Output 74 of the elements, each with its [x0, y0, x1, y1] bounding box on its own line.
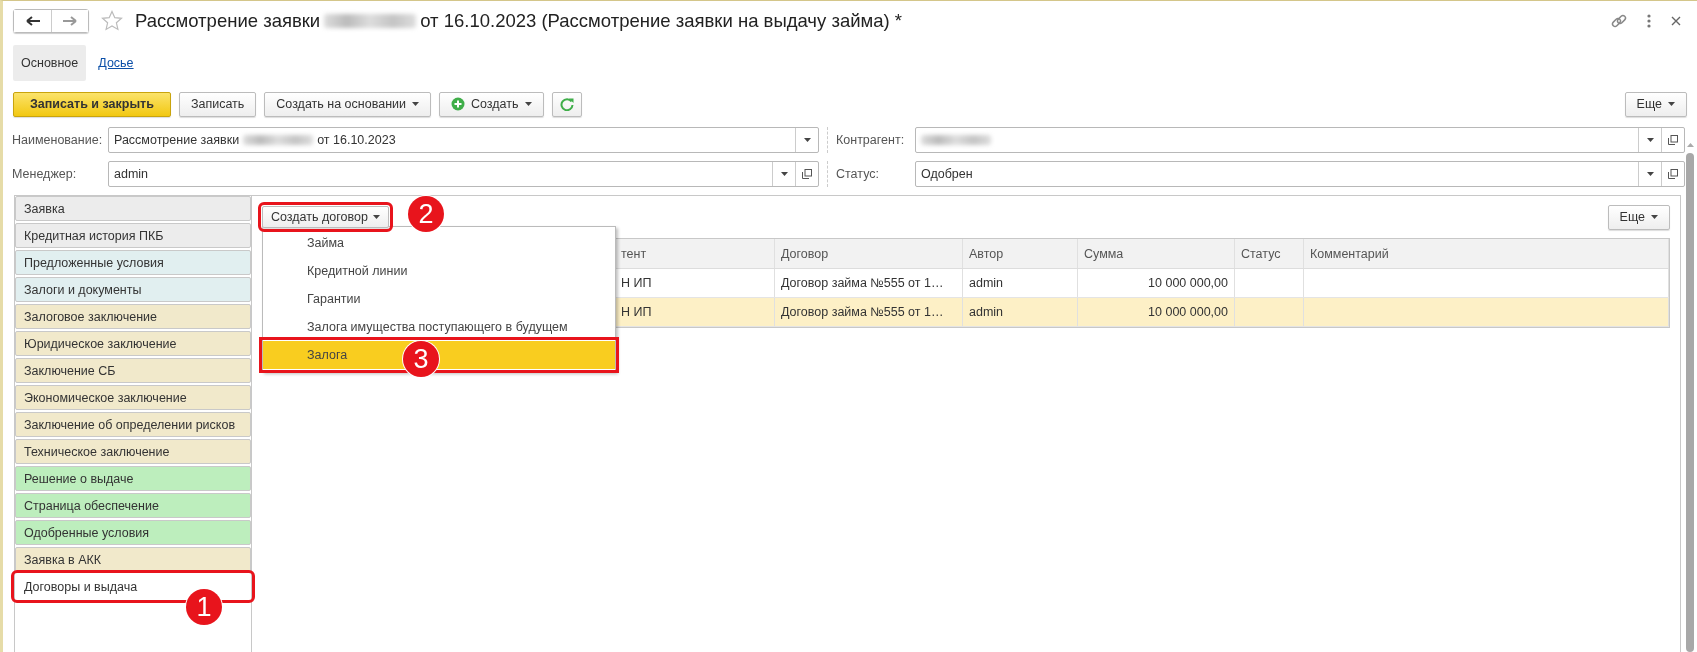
- input-field[interactable]: [915, 127, 1685, 153]
- table-cell: admin: [963, 298, 1078, 326]
- back-arrow-icon: [25, 16, 40, 26]
- column-header[interactable]: Сумма: [1078, 239, 1235, 268]
- forward-arrow-icon: [63, 16, 77, 26]
- sidebar-item[interactable]: Заявка в АКК: [15, 547, 251, 572]
- tab[interactable]: Досье: [90, 45, 142, 81]
- link-icon: [1611, 13, 1627, 29]
- step-badge: 3: [403, 341, 439, 377]
- caret-icon: [1646, 138, 1654, 142]
- create-button[interactable]: Создать: [439, 91, 544, 117]
- menu-item[interactable]: Займа: [263, 229, 615, 257]
- save-button[interactable]: Записать: [178, 91, 257, 117]
- window-title: от 16.10.2023 (Рассмотрение заявки на выдачу займа) *: [420, 10, 902, 32]
- sidebar-item[interactable]: Экономическое заключение: [15, 385, 251, 410]
- sidebar-item[interactable]: Предложенные условия: [15, 250, 251, 275]
- table-cell: Договор займа №555 от 1…: [775, 269, 963, 297]
- sidebar-item[interactable]: Заявка: [15, 196, 251, 221]
- open-window-icon: [802, 169, 812, 179]
- sidebar-item[interactable]: Заключение об определении рисков: [15, 412, 251, 437]
- caret-icon: [524, 102, 532, 106]
- table-cell: admin: [963, 269, 1078, 297]
- step-badge: 2: [408, 196, 444, 232]
- caret-icon: [803, 138, 811, 142]
- more-button[interactable]: Еще: [1607, 204, 1670, 230]
- close-icon: [1671, 16, 1681, 26]
- save-and-close-button[interactable]: Записать и закрыть: [13, 91, 171, 117]
- window-title: Рассмотрение заявки: [135, 10, 321, 32]
- field-label: Наименование:: [12, 133, 100, 147]
- caret-icon: [372, 215, 380, 219]
- input-field[interactable]: Рассмотрение заявки от 16.10.2023: [108, 127, 819, 153]
- sidebar-item[interactable]: Одобренные условия: [15, 520, 251, 545]
- sidebar-item[interactable]: Заключение СБ: [15, 358, 251, 383]
- field-label: Менеджер:: [12, 167, 78, 181]
- scroll-up-icon: [1686, 143, 1694, 147]
- step-badge: 1: [186, 589, 222, 625]
- sidebar-item[interactable]: Юридическое заключение: [15, 331, 251, 356]
- tab[interactable]: Основное: [13, 45, 87, 81]
- sidebar-item[interactable]: Залоги и документы: [15, 277, 251, 302]
- table-cell: 10 000 000,00: [1078, 298, 1235, 326]
- input-field[interactable]: Одобрен: [915, 161, 1685, 187]
- plus-icon: [451, 97, 465, 111]
- sidebar-item[interactable]: Страница обеспечение: [15, 493, 251, 518]
- column-header[interactable]: Статус: [1235, 239, 1304, 268]
- open-window-icon: [1668, 169, 1678, 179]
- sidebar-item[interactable]: Техническое заключение: [15, 439, 251, 464]
- refresh-icon: [559, 97, 574, 111]
- column-header[interactable]: Комментарий: [1304, 239, 1669, 268]
- sidebar-item[interactable]: Залоговое заключение: [15, 304, 251, 329]
- scrollbar[interactable]: [1685, 143, 1695, 652]
- column-header[interactable]: Автор: [963, 239, 1078, 268]
- caret-icon: [1651, 215, 1658, 219]
- back-button[interactable]: [14, 10, 51, 32]
- table-cell: 10 000 000,00: [1078, 269, 1235, 297]
- open-window-icon: [1668, 135, 1678, 145]
- redacted-text: [243, 135, 314, 145]
- column-header[interactable]: Договор: [775, 239, 963, 268]
- caret-icon: [412, 102, 419, 106]
- more-button[interactable]: Еще: [1624, 91, 1687, 117]
- caret-icon: [1646, 172, 1654, 176]
- sidebar-item[interactable]: Решение о выдаче: [15, 466, 251, 491]
- star-icon: [101, 10, 123, 32]
- refresh-button[interactable]: [551, 91, 582, 117]
- caret-icon: [780, 172, 788, 176]
- field-label: Контрагент:: [827, 127, 907, 153]
- field-label: Статус:: [827, 161, 907, 187]
- dropdown-button[interactable]: Создать на основании: [264, 91, 431, 117]
- table-cell: Договор займа №555 от 1…: [775, 298, 963, 326]
- sidebar-item[interactable]: Кредитная история ПКБ: [15, 223, 251, 248]
- scroll-thumb[interactable]: [1686, 153, 1694, 652]
- caret-icon: [1668, 102, 1675, 106]
- more-vertical-icon: [1647, 14, 1651, 28]
- redacted-text: [921, 135, 991, 145]
- input-field[interactable]: admin: [108, 161, 819, 187]
